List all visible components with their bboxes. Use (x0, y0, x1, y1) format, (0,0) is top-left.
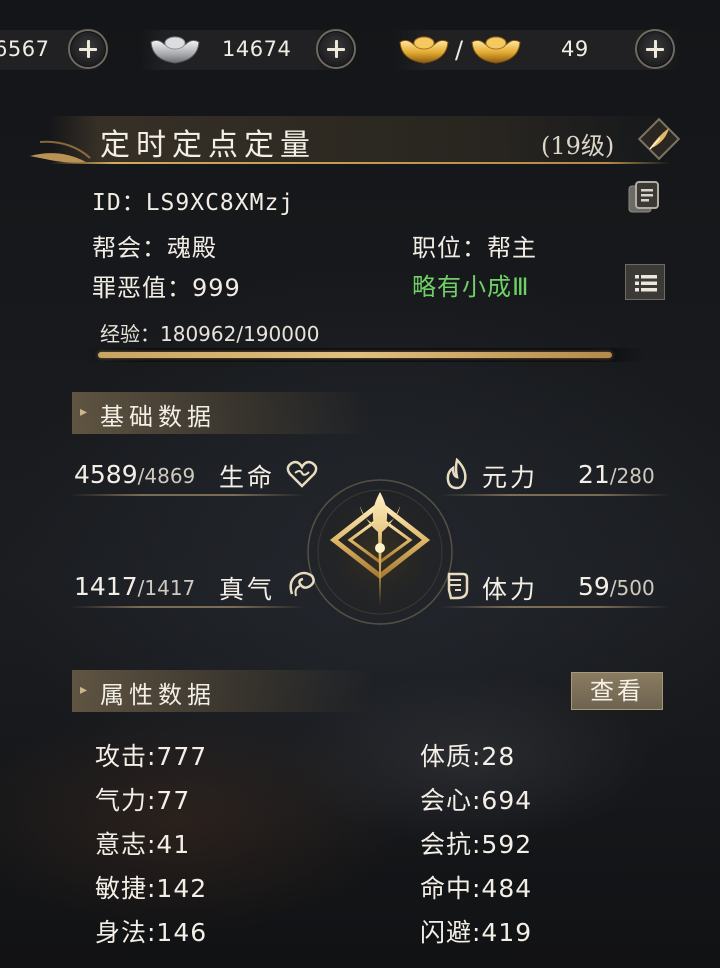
hp-underline (70, 494, 305, 496)
list-icon (635, 275, 657, 292)
attr-hit: 命中:484 (420, 874, 533, 903)
stamina-value: 59/500 (578, 572, 655, 601)
copy-icon[interactable] (626, 180, 664, 216)
gold-ingot-icon (399, 36, 449, 64)
zhenqi-label: 真气 (219, 575, 276, 604)
attr-attack: 攻击:777 (95, 742, 208, 771)
add-silver-button[interactable] (316, 29, 356, 69)
gold-ingot-icon (471, 36, 521, 64)
view-details-button[interactable]: 查看 (571, 672, 663, 710)
flame-icon (446, 458, 467, 490)
player-level: (19级) (541, 132, 615, 160)
attr-crit: 会心:694 (420, 786, 533, 815)
basic-section-title: 基础数据 (100, 403, 216, 431)
hp-value: 4589/4869 (74, 460, 196, 489)
attr-crit-resist: 会抗:592 (420, 830, 533, 859)
chevron-right-icon: ▸ (80, 404, 88, 420)
coin-amount: 6567 (0, 37, 50, 61)
attr-constitution: 体质:28 (420, 742, 516, 771)
yuanli-underline (440, 494, 670, 496)
attr-section-title: 属性数据 (100, 681, 216, 709)
attr-movement: 身法:146 (95, 918, 208, 947)
gold-separator: / (455, 36, 464, 64)
hp-label: 生命 (219, 463, 276, 492)
player-id: ID：LS9XC8XMzj (92, 190, 295, 216)
silver-ingot-icon (150, 36, 200, 64)
rank-title: 略有小成Ⅲ (412, 273, 530, 301)
exp-text: 经验：180962/190000 (100, 322, 320, 346)
add-gold-button[interactable] (635, 29, 675, 69)
guild-info: 帮会：魂殿 (92, 234, 217, 262)
attr-dodge: 闪避:419 (420, 918, 533, 947)
gold-amount: 49 (561, 37, 589, 61)
silver-amount: 14674 (222, 37, 292, 61)
exp-progress-bar (98, 352, 612, 358)
chevron-right-icon: ▸ (80, 682, 88, 698)
stamina-label: 体力 (482, 575, 539, 604)
stamina-underline (440, 606, 670, 608)
quill-edit-icon[interactable] (636, 116, 682, 162)
zhenqi-value: 1417/1417 (74, 572, 196, 601)
heart-icon (286, 460, 318, 488)
attr-strength: 气力:77 (95, 786, 191, 815)
swirl-icon (289, 571, 315, 597)
attr-will: 意志:41 (95, 830, 191, 859)
attr-agility: 敏捷:142 (95, 874, 208, 903)
fist-icon (447, 572, 469, 600)
list-button[interactable] (625, 264, 665, 300)
yuanli-value: 21/280 (578, 460, 655, 489)
player-name: 定时定点定量 (100, 128, 316, 163)
position-info: 职位：帮主 (412, 234, 537, 262)
add-coin-button[interactable] (68, 29, 108, 69)
yuanli-label: 元力 (482, 463, 539, 492)
zhenqi-underline (70, 606, 305, 608)
evil-value: 罪恶值：999 (92, 274, 241, 302)
